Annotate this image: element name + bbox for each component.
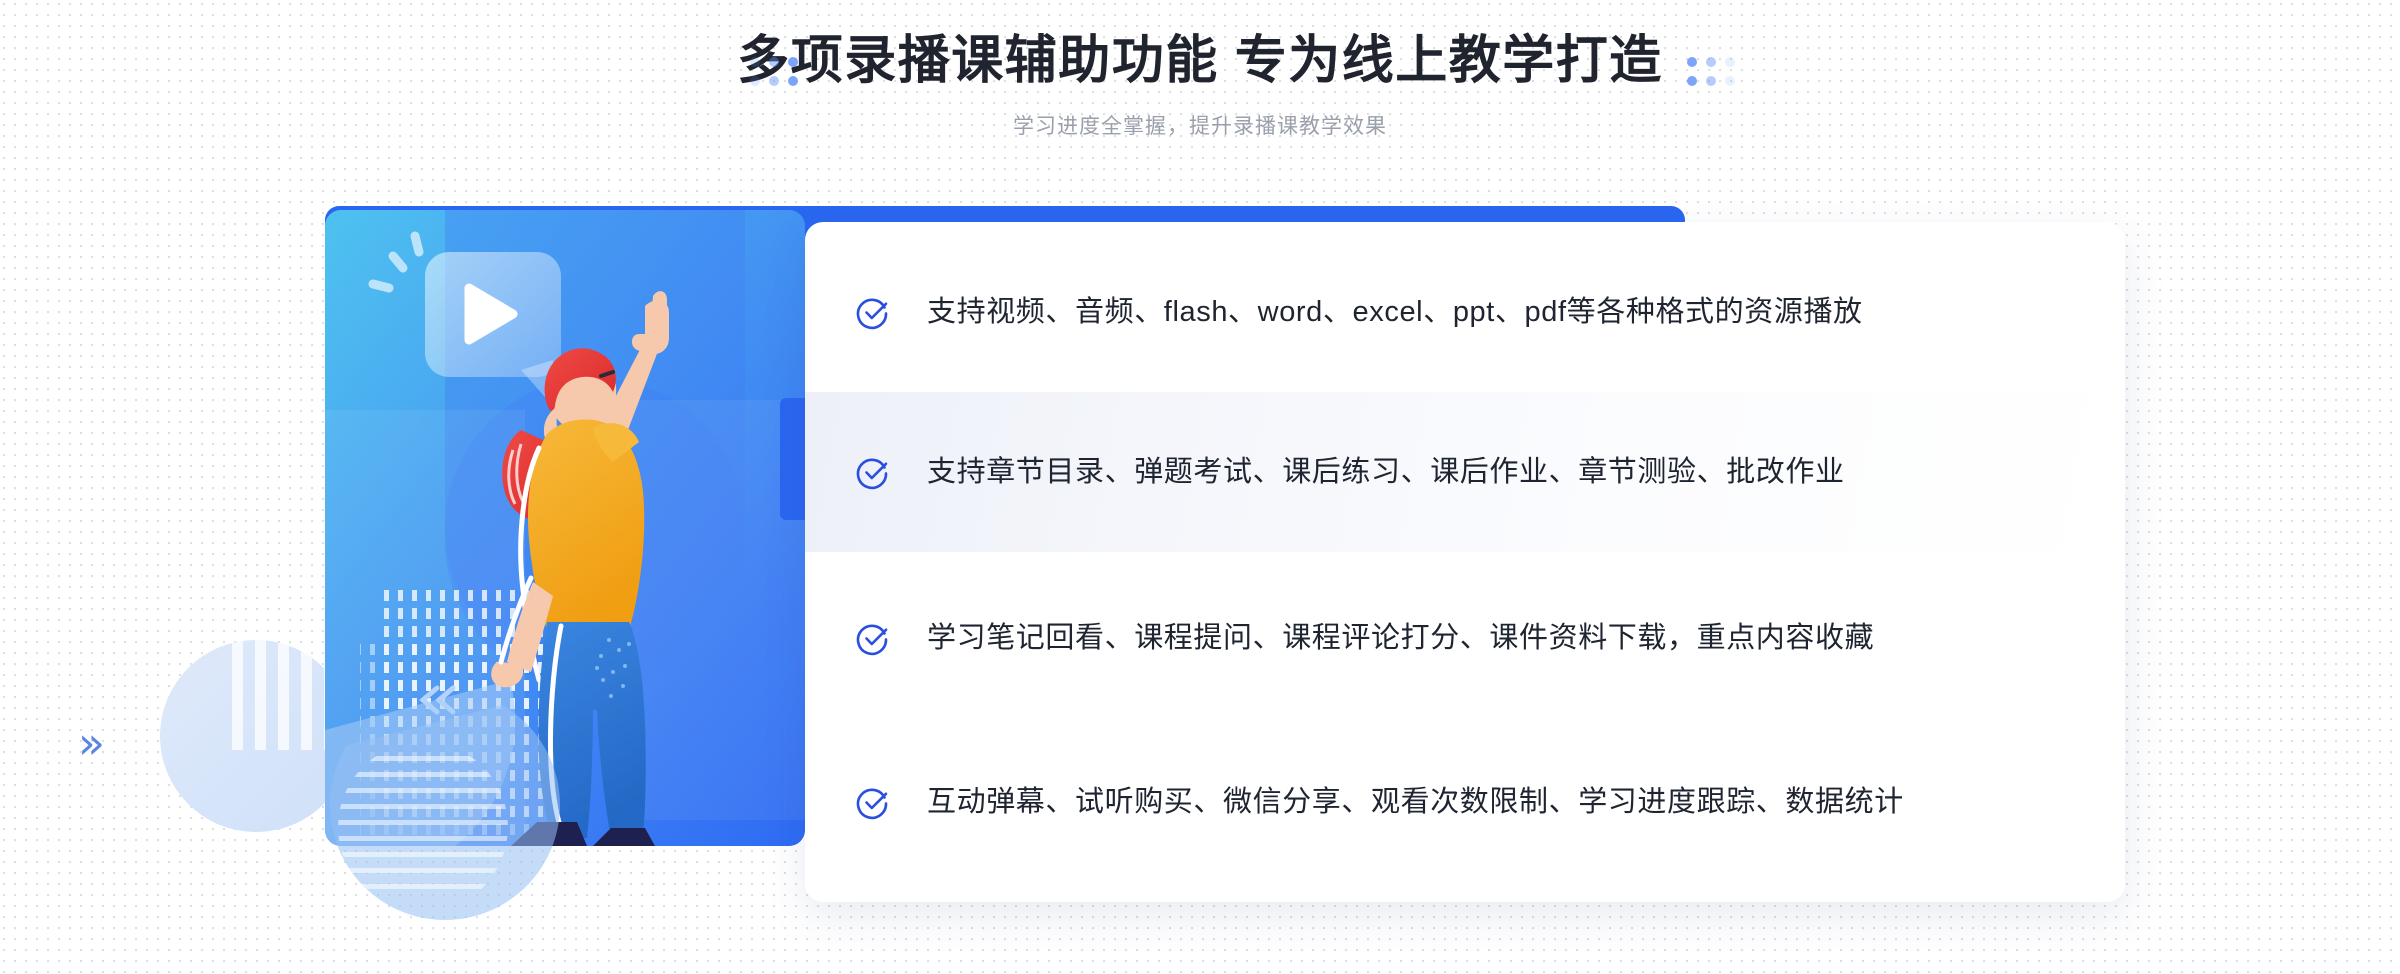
dot-grid-decoration-left	[750, 57, 798, 86]
feature-text: 支持章节目录、弹题考试、课后练习、课后作业、章节测验、批改作业	[927, 456, 1845, 488]
page-stage: 多项录播课辅助功能 专为线上教学打造 学习进度全掌握，提升录播课教学效果 支持视…	[0, 0, 2400, 974]
check-circle-icon	[856, 458, 888, 490]
feature-card: 支持视频、音频、flash、word、excel、ppt、pdf等各种格式的资源…	[805, 222, 2125, 902]
feature-row[interactable]: 学习笔记回看、课程提问、课程评论打分、课件资料下载，重点内容收藏	[805, 558, 2125, 718]
page-title: 多项录播课辅助功能 专为线上教学打造	[737, 32, 1663, 90]
page-subtitle: 学习进度全掌握，提升录播课教学效果	[1013, 115, 1387, 138]
dot-grid-decoration-right	[1687, 57, 1735, 86]
feature-text: 学习笔记回看、课程提问、课程评论打分、课件资料下载，重点内容收藏	[927, 622, 1875, 654]
page-header: 多项录播课辅助功能 专为线上教学打造 学习进度全掌握，提升录播课教学效果	[0, 0, 2400, 170]
check-circle-icon	[856, 298, 888, 330]
check-circle-icon	[856, 624, 888, 656]
feature-row[interactable]: 支持章节目录、弹题考试、课后练习、课后作业、章节测验、批改作业	[805, 392, 2125, 552]
feature-row[interactable]: 支持视频、音频、flash、word、excel、ppt、pdf等各种格式的资源…	[805, 232, 2125, 392]
feature-row[interactable]: 互动弹幕、试听购买、微信分享、观看次数限制、学习进度跟踪、数据统计	[805, 722, 2125, 882]
feature-text: 支持视频、音频、flash、word、excel、ppt、pdf等各种格式的资源…	[927, 296, 1863, 328]
feature-text: 互动弹幕、试听购买、微信分享、观看次数限制、学习进度跟踪、数据统计	[927, 786, 1904, 818]
check-circle-icon	[856, 788, 888, 820]
half-disc-lines-decoration	[338, 742, 508, 912]
